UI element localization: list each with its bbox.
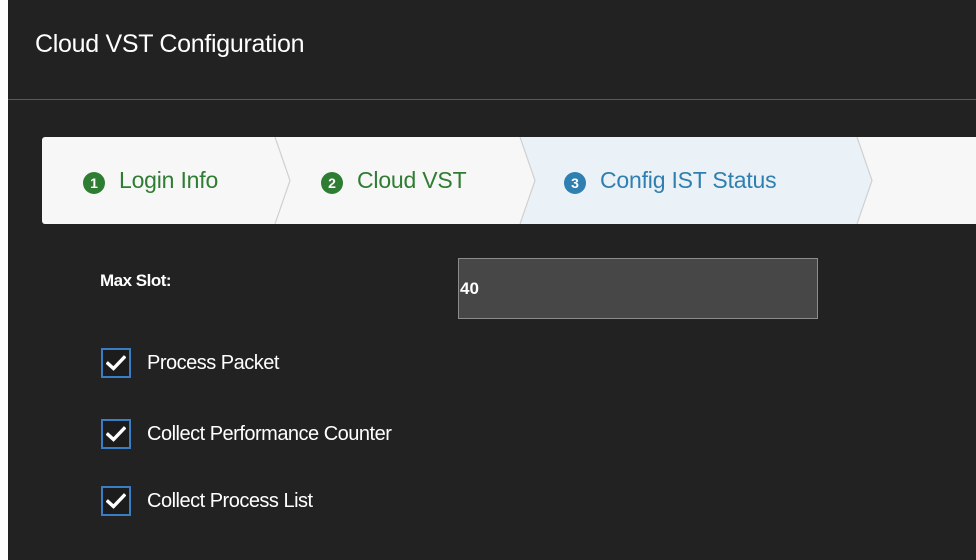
collect-process-list-label: Collect Process List — [147, 489, 313, 512]
dialog-title: Cloud VST Configuration — [35, 30, 305, 58]
collect-process-list-checkbox[interactable] — [101, 486, 131, 516]
step-label: Config IST Status — [600, 167, 777, 193]
collect-performance-counter-checkbox[interactable] — [101, 419, 131, 449]
collect-process-list-option[interactable]: Collect Process List — [101, 486, 313, 516]
process-packet-label: Process Packet — [147, 351, 279, 374]
process-packet-option[interactable]: Process Packet — [101, 348, 279, 378]
collect-performance-counter-label: Collect Performance Counter — [147, 422, 392, 445]
step-divider-1 — [274, 137, 291, 224]
collect-performance-counter-option[interactable]: Collect Performance Counter — [101, 419, 392, 449]
step-number-badge: 3 — [564, 171, 586, 194]
step-number-badge: 1 — [83, 171, 105, 194]
wizard-step-login-info[interactable]: 1 Login Info — [83, 137, 218, 224]
wizard-steps: 1 Login Info 2 Cloud VST 3 Config IST St… — [42, 137, 976, 224]
max-slot-label: Max Slot: — [100, 271, 172, 290]
wizard-step-config-ist-status[interactable]: 3 Config IST Status — [564, 137, 777, 224]
checkmark-icon — [106, 493, 126, 509]
max-slot-input[interactable] — [458, 258, 818, 319]
wizard-step-cloud-vst[interactable]: 2 Cloud VST — [321, 137, 467, 224]
config-dialog: Cloud VST Configuration 1 Login Info 2 C… — [8, 0, 976, 560]
dialog-header: Cloud VST Configuration — [8, 0, 976, 100]
checkmark-icon — [106, 355, 126, 371]
checkmark-icon — [106, 426, 126, 442]
process-packet-checkbox[interactable] — [101, 348, 131, 378]
step-label: Cloud VST — [357, 167, 467, 193]
step-number-badge: 2 — [321, 171, 343, 194]
step-label: Login Info — [119, 167, 219, 193]
